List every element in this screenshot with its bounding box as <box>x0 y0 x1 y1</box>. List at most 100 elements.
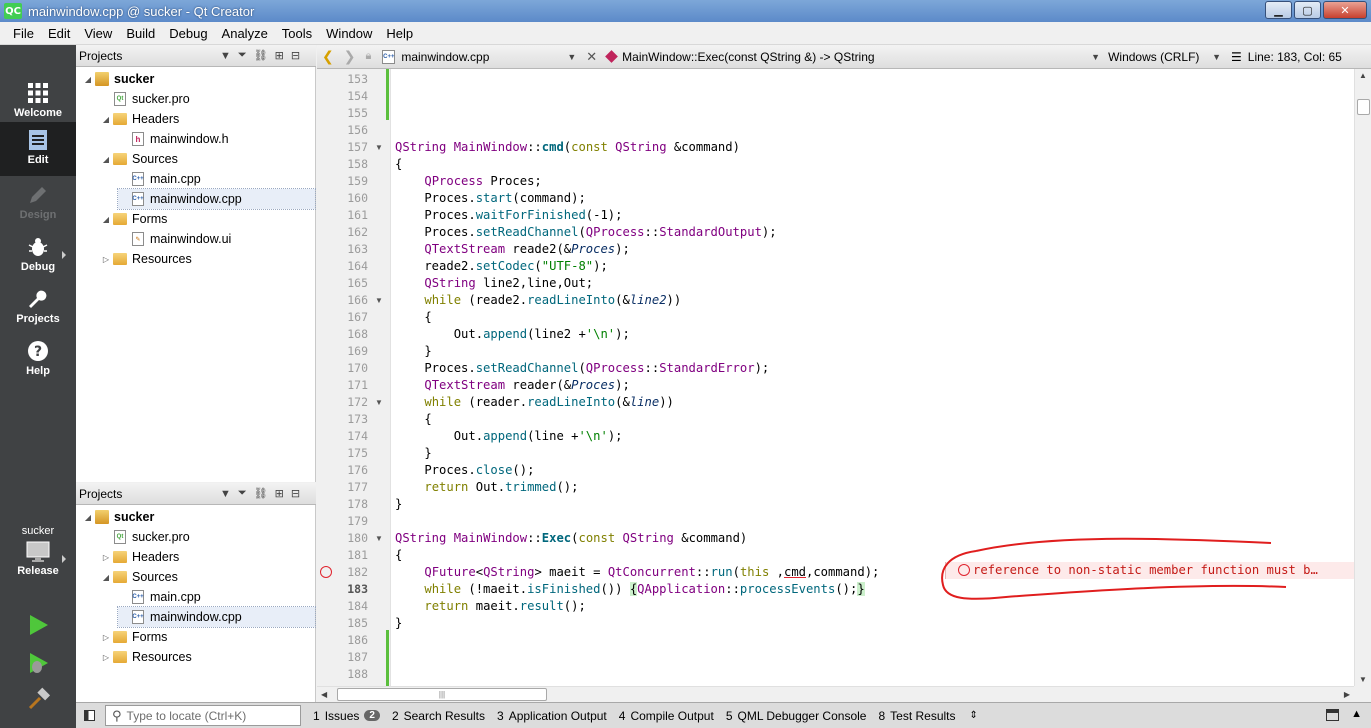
code-editor[interactable]: reference to non-static member function … <box>391 69 1354 686</box>
code-line[interactable]: return Out.trimmed(); <box>395 479 578 496</box>
expanded-arrow-icon[interactable]: ◢ <box>100 155 112 164</box>
menu-help[interactable]: Help <box>379 26 420 41</box>
collapsed-arrow-icon[interactable]: ▷ <box>100 255 112 264</box>
mode-help[interactable]: ? Help <box>0 333 76 385</box>
fold-arrow-icon[interactable]: ▼ <box>375 398 383 407</box>
menu-debug[interactable]: Debug <box>162 26 214 41</box>
code-line[interactable]: QTextStream reade2(&Proces); <box>395 241 629 258</box>
code-line[interactable]: Proces.start(command); <box>395 190 585 207</box>
collapsed-arrow-icon[interactable]: ▷ <box>100 633 112 642</box>
collapsed-arrow-icon[interactable]: ▷ <box>100 653 112 662</box>
code-line[interactable]: while (!maeit.isFinished()) {QApplicatio… <box>395 581 865 598</box>
output-tab-compile-output[interactable]: 4 Compile Output <box>619 709 714 723</box>
tree-item[interactable]: ◢ Sources <box>100 567 315 587</box>
chevron-down-icon[interactable]: ▼ <box>220 488 231 500</box>
close-file-icon[interactable]: ✕ <box>586 49 597 65</box>
code-line[interactable]: QFuture<QString> maeit = QtConcurrent::r… <box>395 564 879 581</box>
tree-item[interactable]: ◢ sucker <box>82 507 315 527</box>
filter-icon[interactable]: ⏷ <box>238 49 247 62</box>
code-line[interactable]: { <box>395 309 431 326</box>
scroll-thumb[interactable] <box>1357 99 1370 115</box>
code-line[interactable]: } <box>395 496 402 513</box>
build-button[interactable] <box>27 687 51 714</box>
scroll-right-icon[interactable]: ▶ <box>1344 690 1350 699</box>
tree-item[interactable]: ▷ Forms <box>100 627 315 647</box>
close-button[interactable]: ✕ <box>1323 1 1367 19</box>
menu-build[interactable]: Build <box>119 26 162 41</box>
code-line[interactable]: } <box>395 615 402 632</box>
list-icon[interactable]: ☰ <box>1231 50 1242 64</box>
output-tab-qml-debugger-console[interactable]: 5 QML Debugger Console <box>726 709 867 723</box>
tree-item[interactable]: ◢ Sources <box>100 149 315 169</box>
code-line[interactable]: while (reade2.readLineInto(&line2)) <box>395 292 681 309</box>
maximize-pane-icon[interactable]: ▲ <box>1351 708 1362 720</box>
toggle-sidebar-icon[interactable] <box>84 710 95 721</box>
menu-edit[interactable]: Edit <box>41 26 77 41</box>
tree-item[interactable]: C++ mainwindow.cpp <box>117 606 316 628</box>
fold-arrow-icon[interactable]: ▼ <box>375 143 383 152</box>
code-line[interactable]: Proces.close(); <box>395 462 534 479</box>
tree-item[interactable]: ✎ mainwindow.ui <box>118 229 315 249</box>
code-line[interactable]: QTextStream reader(&Proces); <box>395 377 629 394</box>
vertical-scrollbar[interactable]: ▲ ▼ <box>1354 69 1371 686</box>
code-line[interactable]: Out.append(line2 +'\n'); <box>395 326 630 343</box>
fold-arrow-icon[interactable]: ▼ <box>375 296 383 305</box>
code-line[interactable]: Proces.setReadChannel(QProcess::Standard… <box>395 224 776 241</box>
chevron-down-icon[interactable]: ▼ <box>567 52 576 62</box>
menu-analyze[interactable]: Analyze <box>215 26 275 41</box>
code-line[interactable]: QProcess Proces; <box>395 173 541 190</box>
kit-selector[interactable]: sucker Release <box>0 517 76 587</box>
open-file-selector[interactable]: C++ mainwindow.cpp <box>382 49 567 64</box>
line-ending-selector[interactable]: Windows (CRLF) <box>1108 50 1212 64</box>
expanded-arrow-icon[interactable]: ◢ <box>82 75 94 84</box>
split-icon[interactable]: ⊞ <box>275 49 284 62</box>
cursor-position[interactable]: Line: 183, Col: 65 <box>1248 50 1342 64</box>
link-icon[interactable]: ⛓ <box>254 487 268 500</box>
error-marker-icon[interactable] <box>320 566 332 578</box>
fold-arrow-icon[interactable]: ▼ <box>375 534 383 543</box>
scroll-down-icon[interactable]: ▼ <box>1359 675 1367 684</box>
menu-view[interactable]: View <box>77 26 119 41</box>
expanded-arrow-icon[interactable]: ◢ <box>100 215 112 224</box>
collapsed-arrow-icon[interactable]: ▷ <box>100 553 112 562</box>
code-line[interactable]: QString MainWindow::Exec(const QString &… <box>395 530 747 547</box>
code-line[interactable]: { <box>395 411 431 428</box>
output-tab-application-output[interactable]: 3 Application Output <box>497 709 607 723</box>
filter-icon[interactable]: ⏷ <box>238 487 247 500</box>
mode-edit[interactable]: Edit <box>0 122 76 176</box>
tree-item[interactable]: ▷ Resources <box>100 647 315 667</box>
mode-welcome[interactable]: Welcome <box>0 75 76 127</box>
link-icon[interactable]: ⛓ <box>254 49 268 62</box>
more-tabs-icon[interactable]: ⇕ <box>970 710 978 721</box>
code-line[interactable]: QString line2,line,Out; <box>395 275 593 292</box>
tree-item[interactable]: ▷ Resources <box>100 249 315 269</box>
menu-file[interactable]: File <box>6 26 41 41</box>
editor-gutter[interactable]: 153 154 155 156 157 ▼ 158 159 160 161 162 163 164 165… <box>317 69 391 686</box>
minimize-button[interactable]: ▁ <box>1265 1 1292 19</box>
tree-item[interactable]: C++ main.cpp <box>118 587 315 607</box>
output-pane-toggle-icon[interactable] <box>1326 709 1339 721</box>
close-panel-icon[interactable]: ⊟ <box>291 487 300 500</box>
split-icon[interactable]: ⊞ <box>275 487 284 500</box>
mode-projects[interactable]: Projects <box>0 281 76 333</box>
code-line[interactable]: reade2.setCodec("UTF-8"); <box>395 258 607 275</box>
scroll-up-icon[interactable]: ▲ <box>1359 71 1367 80</box>
back-arrow-icon[interactable]: ❮ <box>317 48 339 65</box>
symbol-selector[interactable]: MainWindow::Exec(const QString &) -> QSt… <box>605 50 1091 64</box>
code-line[interactable]: } <box>395 343 431 360</box>
tree-item[interactable]: Qt sucker.pro <box>100 89 315 109</box>
locator-input[interactable]: ⚲ Type to locate (Ctrl+K) <box>105 705 301 726</box>
tree-item[interactable]: C++ main.cpp <box>118 169 315 189</box>
output-tab-search-results[interactable]: 2 Search Results <box>392 709 485 723</box>
tree-item[interactable]: h mainwindow.h <box>118 129 315 149</box>
mode-debug[interactable]: Debug <box>0 229 76 281</box>
code-line[interactable]: } <box>395 445 431 462</box>
tree-item[interactable]: C++ mainwindow.cpp <box>117 188 316 210</box>
code-line[interactable]: Out.append(line +'\n'); <box>395 428 623 445</box>
menu-tools[interactable]: Tools <box>275 26 319 41</box>
tree-item[interactable]: ▷ Headers <box>100 547 315 567</box>
code-line[interactable]: Proces.waitForFinished(-1); <box>395 207 622 224</box>
code-line[interactable]: { <box>395 156 402 173</box>
tree-item[interactable]: ◢ Forms <box>100 209 315 229</box>
horizontal-scrollbar[interactable]: ◀ ||| ▶ <box>317 686 1354 702</box>
